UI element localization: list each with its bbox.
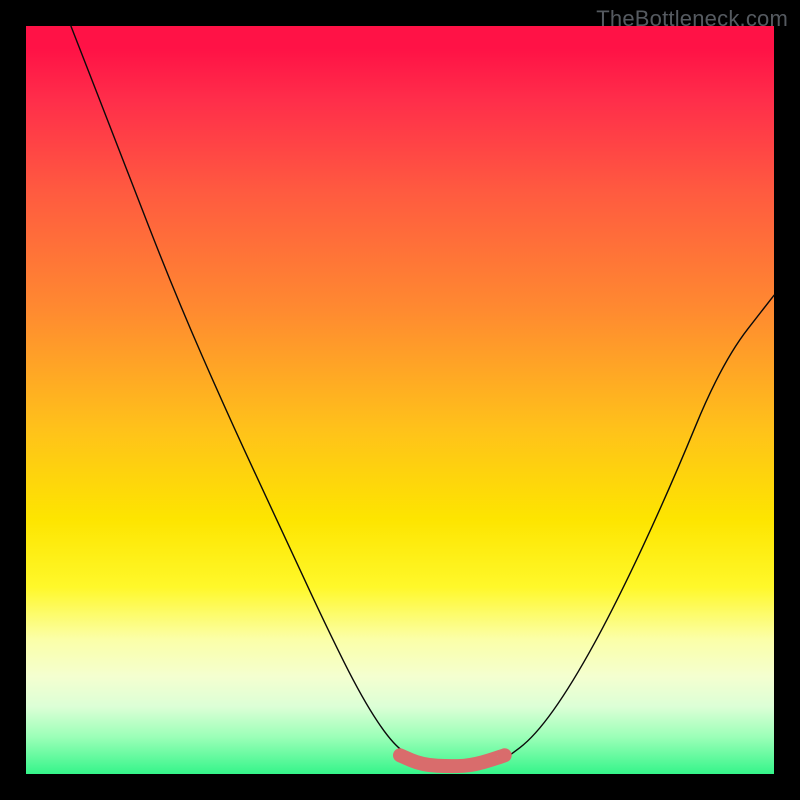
chart-curves (26, 26, 774, 774)
trough-highlight-arc (400, 755, 505, 766)
watermark-text: TheBottleneck.com (596, 6, 788, 32)
plot-area (26, 26, 774, 774)
right-ascent-line (505, 295, 774, 759)
left-descent-line (71, 26, 415, 759)
